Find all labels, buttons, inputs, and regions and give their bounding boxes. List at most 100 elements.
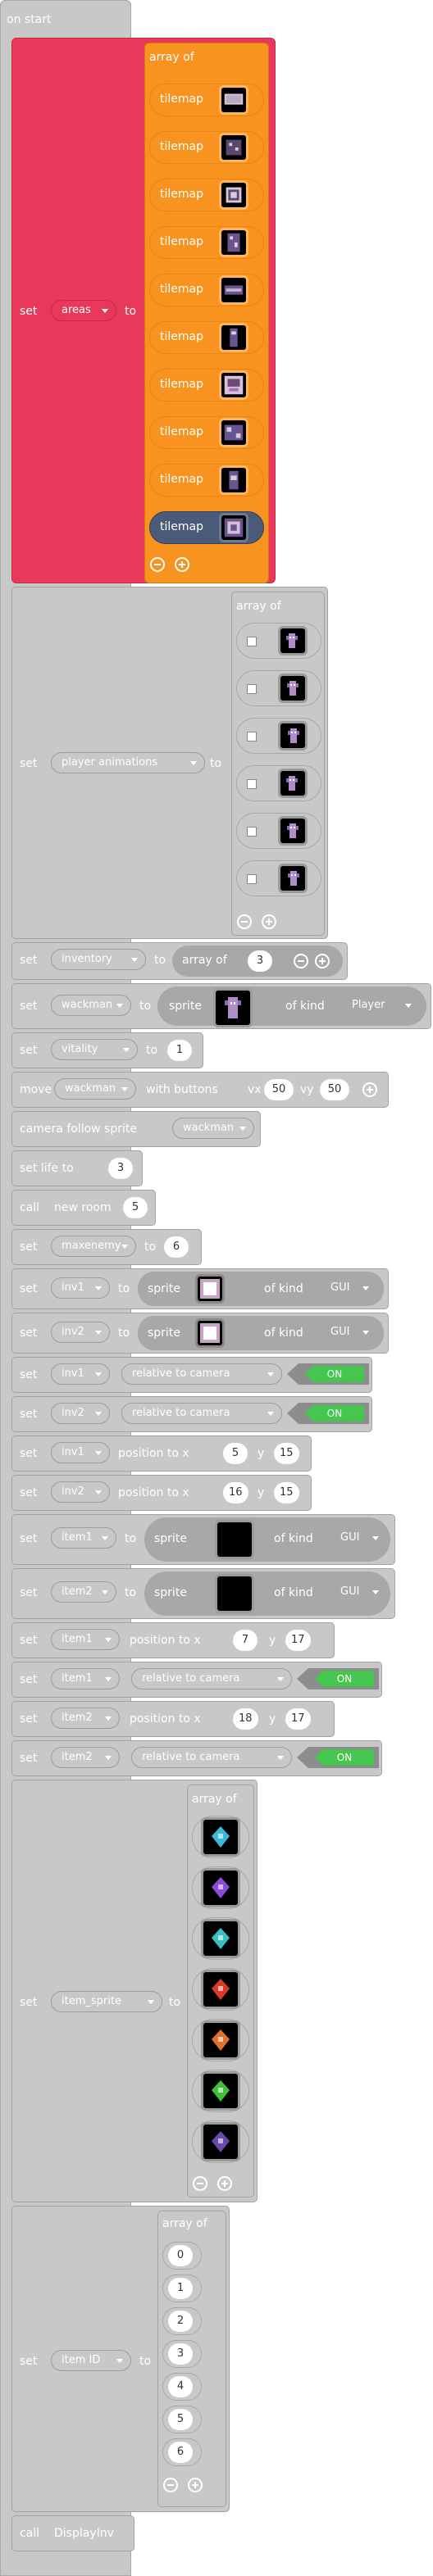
animation-frame-item[interactable] — [236, 860, 321, 896]
item1-relative-toggle[interactable]: ON — [297, 1668, 379, 1689]
animation-frame-checkbox[interactable] — [247, 637, 257, 646]
item2-relative-toggle[interactable]: ON — [297, 1747, 379, 1768]
inv2-x-value[interactable]: 16 — [223, 1482, 248, 1503]
item1-y-value[interactable]: 17 — [285, 1630, 311, 1651]
maxenemy-dropdown[interactable]: maxenemy — [51, 1236, 136, 1257]
inv2-sprite-image[interactable] — [195, 1318, 225, 1348]
animation-frame-image[interactable] — [278, 816, 308, 846]
inv2-relative-toggle[interactable]: ON — [287, 1403, 369, 1424]
animation-frame-item[interactable] — [236, 623, 321, 659]
item-id-entry[interactable]: 5 — [162, 2406, 202, 2433]
item2-relative-dropdown[interactable]: item2 — [51, 1747, 120, 1768]
wackman-kind-dropdown[interactable]: Player — [341, 995, 420, 1016]
wackman-dropdown[interactable]: wackman — [51, 995, 131, 1016]
areas-tilemap-item[interactable]: tilemap — [149, 321, 264, 354]
tilemap-thumbnail[interactable] — [219, 465, 248, 495]
animation-frame-item[interactable] — [236, 813, 321, 849]
item-id-add-icon[interactable] — [188, 2478, 203, 2492]
player-animations-add-icon[interactable] — [262, 914, 276, 929]
item2-y-value[interactable]: 17 — [285, 1708, 311, 1730]
animation-frame-checkbox[interactable] — [247, 874, 257, 884]
animation-frame-item[interactable] — [236, 765, 321, 801]
item-sprite-entry[interactable] — [192, 1917, 249, 1960]
item-id-dropdown[interactable]: item ID — [51, 2350, 131, 2371]
inv2-position-dropdown[interactable]: inv2 — [51, 1481, 110, 1503]
areas-tilemap-item[interactable]: tilemap — [149, 511, 264, 544]
areas-tilemap-item[interactable]: tilemap — [149, 131, 264, 164]
item-id-entry[interactable]: 1 — [162, 2274, 202, 2302]
item-sprite-icon[interactable] — [201, 2122, 240, 2161]
tilemap-thumbnail[interactable] — [219, 323, 248, 352]
vitality-value[interactable]: 1 — [167, 1040, 192, 1061]
item1-position-dropdown[interactable]: item1 — [51, 1629, 120, 1650]
areas-tilemap-item[interactable]: tilemap — [149, 464, 264, 497]
item-id-value[interactable]: 2 — [168, 2311, 193, 2332]
item-sprite-icon[interactable] — [201, 2020, 240, 2060]
item-sprite-entry[interactable] — [192, 1816, 249, 1858]
item-sprite-icon[interactable] — [201, 1919, 240, 1958]
inv1-position-dropdown[interactable]: inv1 — [51, 1442, 110, 1463]
inv1-sprite-dropdown[interactable]: inv1 — [51, 1277, 110, 1299]
item-sprite-icon[interactable] — [201, 2071, 240, 2111]
animation-frame-image[interactable] — [278, 673, 308, 703]
areas-tilemap-item[interactable]: tilemap — [149, 369, 264, 401]
item-sprite-remove-icon[interactable] — [193, 2176, 207, 2191]
areas-variable-dropdown[interactable]: areas — [51, 300, 116, 321]
inv1-y-value[interactable]: 15 — [274, 1443, 299, 1464]
item-sprite-entry[interactable] — [192, 1968, 249, 2011]
item1-relative-dropdown[interactable]: item1 — [51, 1668, 120, 1689]
item-sprite-entry[interactable] — [192, 1866, 249, 1909]
item-id-entry[interactable]: 2 — [162, 2307, 202, 2335]
move-add-icon[interactable] — [362, 1082, 377, 1097]
animation-frame-item[interactable] — [236, 718, 321, 754]
item-sprite-icon[interactable] — [201, 1970, 240, 2009]
item-id-remove-icon[interactable] — [163, 2478, 178, 2492]
item-sprite-icon[interactable] — [201, 1817, 240, 1857]
item-id-entry[interactable]: 6 — [162, 2438, 202, 2466]
item2-position-dropdown[interactable]: item2 — [51, 1708, 120, 1729]
animation-frame-image[interactable] — [278, 864, 308, 893]
item-sprite-entry[interactable] — [192, 2019, 249, 2061]
item-sprite-entry[interactable] — [192, 2120, 249, 2163]
item2-sprite-dropdown[interactable]: item2 — [51, 1581, 116, 1603]
inv1-x-value[interactable]: 5 — [223, 1443, 248, 1464]
item1-sprite-dropdown[interactable]: item1 — [51, 1527, 116, 1549]
inventory-remove-icon[interactable] — [294, 954, 308, 968]
inv2-flag-dropdown[interactable]: relative to camera — [121, 1403, 282, 1424]
inv2-y-value[interactable]: 15 — [274, 1482, 299, 1503]
inventory-dropdown[interactable]: inventory — [51, 949, 146, 970]
item1-x-value[interactable]: 7 — [233, 1630, 258, 1651]
areas-tilemap-item[interactable]: tilemap — [149, 84, 264, 116]
inventory-count[interactable]: 3 — [248, 950, 272, 972]
tilemap-thumbnail[interactable] — [219, 180, 248, 210]
item-id-value[interactable]: 6 — [168, 2442, 193, 2463]
new-room-arg[interactable]: 5 — [123, 1197, 148, 1218]
item-id-value[interactable]: 0 — [168, 2245, 193, 2266]
camera-follow-dropdown[interactable]: wackman — [172, 1118, 254, 1139]
item-id-value[interactable]: 4 — [168, 2376, 193, 2397]
item-sprite-add-icon[interactable] — [217, 2176, 232, 2191]
life-value[interactable]: 3 — [108, 1158, 133, 1179]
item1-sprite-image[interactable] — [215, 1520, 254, 1559]
item2-flag-dropdown[interactable]: relative to camera — [131, 1747, 292, 1768]
item-id-value[interactable]: 1 — [168, 2278, 193, 2299]
inv2-kind-dropdown[interactable]: GUI — [320, 1322, 377, 1343]
vitality-dropdown[interactable]: vitality — [51, 1039, 138, 1060]
inv1-sprite-image[interactable] — [195, 1274, 225, 1304]
item-sprite-dropdown[interactable]: item_sprite — [51, 1991, 162, 2012]
animation-frame-checkbox[interactable] — [247, 684, 257, 694]
inv1-relative-dropdown[interactable]: inv1 — [51, 1363, 110, 1385]
animation-frame-checkbox[interactable] — [247, 779, 257, 789]
inv2-relative-dropdown[interactable]: inv2 — [51, 1403, 110, 1424]
inv1-relative-toggle[interactable]: ON — [287, 1363, 369, 1385]
player-animations-dropdown[interactable]: player animations — [51, 752, 205, 773]
areas-tilemap-item[interactable]: tilemap — [149, 274, 264, 306]
item-sprite-icon[interactable] — [201, 1868, 240, 1907]
inventory-add-icon[interactable] — [315, 954, 330, 968]
move-sprite-dropdown[interactable]: wackman — [54, 1078, 136, 1100]
tilemap-thumbnail[interactable] — [219, 133, 248, 162]
inv1-flag-dropdown[interactable]: relative to camera — [121, 1363, 282, 1385]
inv1-kind-dropdown[interactable]: GUI — [320, 1277, 377, 1299]
tilemap-thumbnail[interactable] — [219, 418, 248, 447]
item2-sprite-image[interactable] — [215, 1574, 254, 1613]
